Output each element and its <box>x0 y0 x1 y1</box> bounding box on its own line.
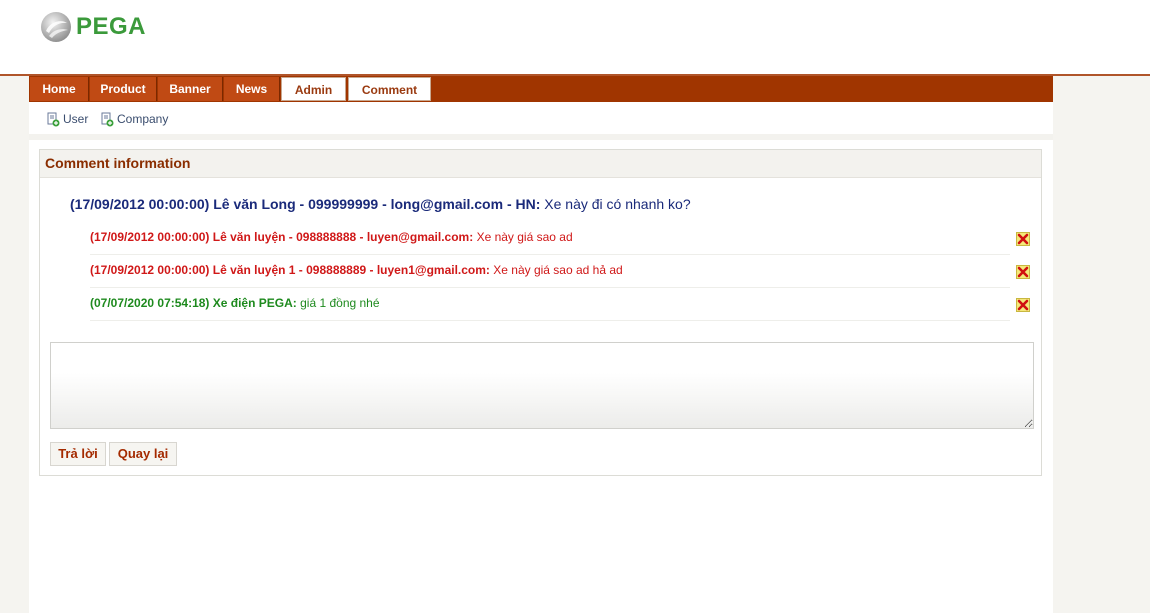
reply-text: Xe này giá sao ad hả ad <box>489 263 623 277</box>
reply-textarea[interactable] <box>50 342 1034 429</box>
subnav-company-link[interactable]: Company <box>101 111 168 127</box>
site-header: PEGA <box>0 0 1150 76</box>
delete-icon[interactable] <box>1016 265 1030 279</box>
reply-meta: (17/09/2012 00:00:00) Lê văn luyện 1 - 0… <box>90 263 490 277</box>
main-comment: (17/09/2012 00:00:00) Lê văn Long - 0999… <box>70 196 691 212</box>
reply-item: (17/09/2012 00:00:00) Lê văn luyện 1 - 0… <box>90 261 1010 288</box>
subnav-user-link[interactable]: User <box>47 111 88 127</box>
reply-meta: (17/09/2012 00:00:00) Lê văn luyện - 098… <box>90 230 474 244</box>
add-user-icon <box>47 112 60 126</box>
nav-admin[interactable]: Admin <box>281 77 346 101</box>
reply-text: Xe này giá sao ad <box>473 230 573 244</box>
panel-title: Comment information <box>40 150 1041 178</box>
reply-item: (17/09/2012 00:00:00) Lê văn luyện - 098… <box>90 228 1010 255</box>
nav-product[interactable]: Product <box>90 77 157 101</box>
reply-button[interactable]: Trả lời <box>50 442 106 466</box>
logo-text: PEGA <box>76 13 147 40</box>
nav-comment[interactable]: Comment <box>348 77 431 101</box>
reply-item: (07/07/2020 07:54:18) Xe điện PEGA: giá … <box>90 294 1010 321</box>
logo[interactable]: PEGA <box>40 11 146 43</box>
main-comment-text: Xe này đi có nhanh ko? <box>540 196 691 212</box>
subnav-user-label: User <box>63 112 89 126</box>
delete-icon[interactable] <box>1016 232 1030 246</box>
reply-text: giá 1 đồng nhé <box>296 296 380 310</box>
main-container: Home Product Banner News Admin Comment U… <box>29 76 1053 613</box>
nav-home[interactable]: Home <box>30 77 89 101</box>
nav-banner[interactable]: Banner <box>158 77 223 101</box>
nav-news[interactable]: News <box>224 77 280 101</box>
pega-logo-icon <box>41 12 71 42</box>
subnav-company-label: Company <box>117 112 169 126</box>
add-company-icon <box>101 112 114 126</box>
sub-nav: User Company <box>29 102 1053 140</box>
reply-meta: (07/07/2020 07:54:18) Xe điện PEGA: <box>90 296 297 310</box>
main-nav: Home Product Banner News Admin Comment <box>29 76 1053 102</box>
main-comment-meta: (17/09/2012 00:00:00) Lê văn Long - 0999… <box>70 196 541 212</box>
comment-panel: Comment information (17/09/2012 00:00:00… <box>39 149 1042 476</box>
delete-icon[interactable] <box>1016 298 1030 312</box>
back-button[interactable]: Quay lại <box>109 442 177 466</box>
